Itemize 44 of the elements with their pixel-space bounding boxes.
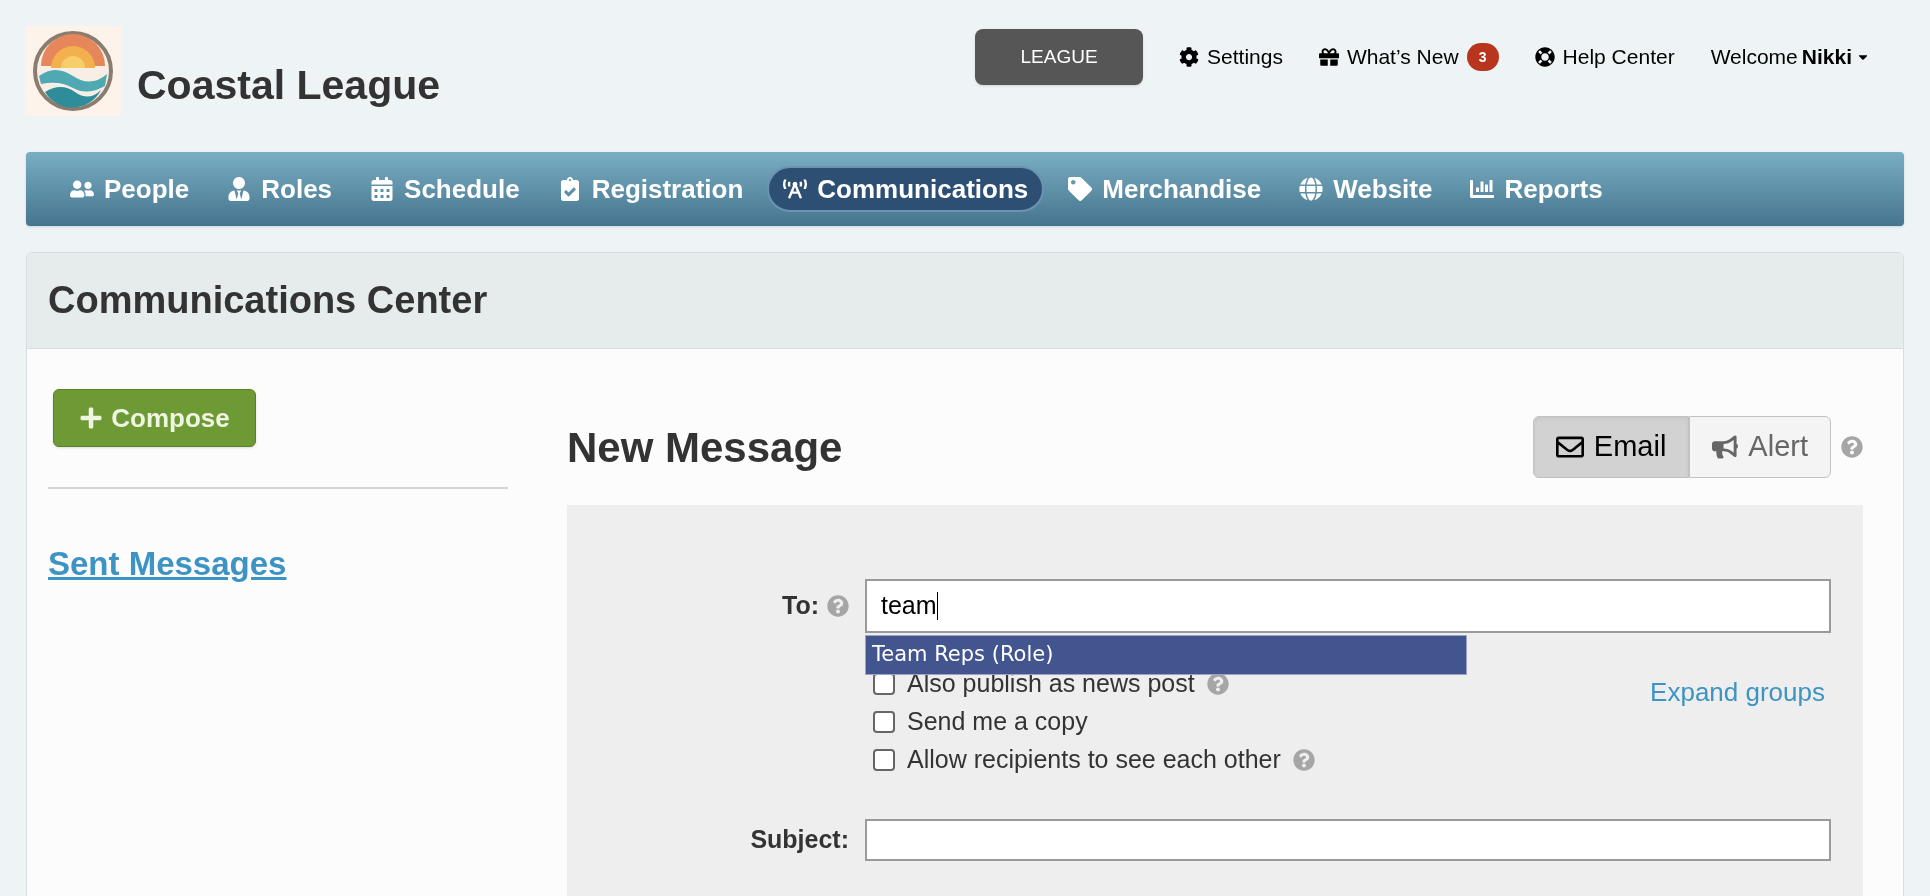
checkbox-label: Send me a copy — [907, 706, 1088, 738]
mode-toggle[interactable]: Email — [1532, 416, 1690, 478]
checkbox-label: Allow recipients to see each other — [907, 744, 1281, 776]
globe-icon — [1299, 177, 1324, 201]
person-tie-icon — [227, 177, 252, 201]
nav-tab[interactable]: Website — [1285, 166, 1447, 212]
calendar-icon — [370, 177, 395, 201]
settings-icon — [1179, 47, 1200, 67]
league-button[interactable]: LEAGUE — [975, 29, 1144, 85]
nav-tab[interactable]: Registration — [543, 166, 758, 212]
plus-icon — [79, 406, 104, 430]
nav-tab[interactable]: People — [56, 166, 204, 212]
nav-tab[interactable]: Reports — [1456, 166, 1617, 212]
gift-icon — [1318, 47, 1339, 67]
antenna-icon — [783, 177, 808, 201]
league-logo-icon — [25, 25, 121, 116]
to-label: To: — [782, 590, 819, 622]
checkbox[interactable] — [873, 749, 895, 771]
checkbox[interactable] — [873, 711, 895, 733]
mode-toggle[interactable]: Alert — [1689, 416, 1831, 478]
nav-tab[interactable]: Schedule — [356, 166, 534, 212]
panel-title: Communications Center — [48, 278, 488, 323]
new-message-title: New Message — [567, 422, 843, 473]
lifebuoy-icon — [1534, 47, 1555, 67]
whats-new-link[interactable]: What’s New — [1318, 41, 1459, 73]
suggestion-item[interactable]: Team Reps (Role) — [865, 635, 1467, 675]
subject-label: Subject: — [750, 824, 849, 856]
subject-field[interactable] — [865, 819, 1831, 861]
compose-button[interactable]: Compose — [53, 389, 256, 447]
notification-badge: 3 — [1466, 43, 1499, 71]
help-center-link[interactable]: Help Center — [1534, 41, 1675, 73]
to-field[interactable]: team — [865, 579, 1831, 633]
price-tag-icon — [1068, 177, 1093, 201]
user-menu[interactable]: Welcome Nikki — [1710, 41, 1870, 73]
megaphone-icon — [1712, 434, 1739, 460]
settings-link[interactable]: Settings — [1179, 41, 1283, 73]
nav-tab[interactable]: Roles — [213, 166, 347, 212]
checkbox[interactable] — [873, 673, 895, 695]
league-name: Coastal League — [137, 61, 441, 110]
help-icon[interactable] — [1206, 673, 1229, 695]
sent-messages-link[interactable]: Sent Messages — [48, 539, 487, 589]
nav-tab[interactable]: Communications — [767, 166, 1045, 212]
bar-chart-icon — [1470, 177, 1495, 201]
nav-tab[interactable]: Merchandise — [1054, 166, 1276, 212]
